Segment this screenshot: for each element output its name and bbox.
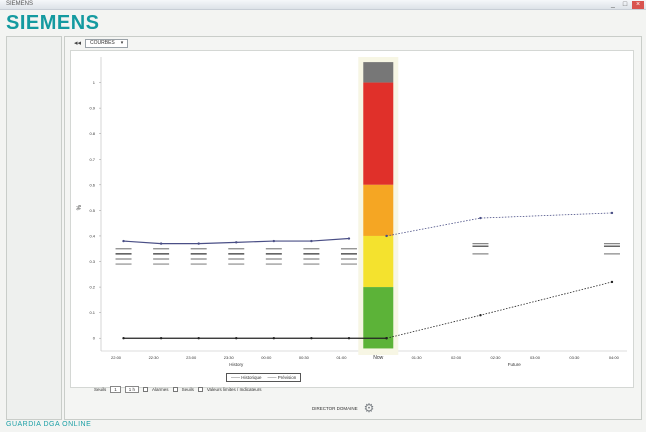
y-tick-label: 0.7 [89, 157, 95, 162]
x-tick-label: 22:00 [111, 355, 122, 360]
y-axis-label: % [77, 204, 83, 210]
x-tick-label: 01:30 [412, 355, 423, 360]
chevron-down-icon: ▾ [120, 40, 124, 46]
series-point [159, 337, 163, 340]
chart-area: 0 0.1 0.2 0.3 0.4 0.5 0.6 0.7 0.8 0.9 1% Now 22:00 22… [70, 50, 634, 388]
now-label: Now [373, 355, 383, 361]
series-point [385, 337, 388, 340]
gauge-chart: 0 0.1 0.2 0.3 0.4 0.5 0.6 0.7 0.8 0.9 1% Now 22:00 22… [77, 57, 627, 367]
x-tick-label: 04:00 [609, 355, 620, 360]
chart-toolbar: ◂◂ COURBES ▾ [74, 38, 129, 48]
thresholds-checkbox[interactable] [172, 386, 178, 392]
view-dropdown[interactable]: COURBES ▾ [85, 38, 129, 48]
x-tick-label: 02:00 [451, 355, 462, 360]
legend-item-history: —— Historique [231, 375, 262, 380]
y-tick-label: 0.3 [89, 259, 95, 264]
gauge-orange-zone [363, 184, 394, 236]
x-axis-label-future: Future [508, 362, 522, 367]
series-point [235, 337, 238, 340]
gauge-red-zone [363, 82, 394, 185]
y-tick-label: 0.1 [89, 310, 95, 315]
x-tick-label: 22:30 [149, 355, 160, 360]
view-dropdown-value: COURBES [90, 40, 115, 46]
application-window: SIEMENS _ □ × SIEMENS ◂◂ COURBES ▾ 0 0.1 0… [0, 0, 646, 432]
title-bar: SIEMENS _ □ × [0, 0, 646, 10]
left-panel [6, 36, 62, 420]
series-point [159, 242, 163, 245]
series-point [235, 241, 238, 244]
select-b[interactable]: 1 h [124, 385, 140, 393]
series-line-1 [386, 212, 612, 237]
gauge-green-zone [363, 287, 394, 349]
x-tick-label: 03:30 [569, 355, 580, 360]
window-controls: _ □ × [608, 1, 644, 9]
series-point [347, 337, 351, 340]
series-point [197, 337, 200, 340]
limits-checkbox[interactable] [197, 386, 203, 392]
controls-label: Seuils [94, 386, 107, 392]
series-point [197, 242, 200, 245]
y-tick-label: 0.8 [89, 131, 95, 136]
window-title: SIEMENS [6, 1, 34, 7]
limits-label: Valeurs limites / Indicateurs [206, 386, 262, 392]
series-point [272, 337, 276, 340]
x-tick-label: 23:30 [224, 355, 235, 360]
minimize-button[interactable]: _ [608, 1, 618, 9]
y-tick-label: 0.9 [89, 106, 95, 111]
chart-controls: Seuils 1 1 h Alarmes Seuils Valeurs limi… [94, 384, 262, 394]
y-tick-label: 0 [93, 336, 96, 341]
back-nav-icon[interactable]: ◂◂ [74, 39, 81, 47]
series-point [347, 237, 351, 240]
y-tick-label: 0.2 [89, 285, 95, 290]
gauge-yellow-zone [363, 235, 394, 288]
gears-icon[interactable]: ⚙ [364, 402, 375, 414]
chart-legend: —— Historique —— Prévision [226, 373, 302, 382]
y-tick-label: 0.6 [89, 182, 95, 187]
series-point [479, 314, 482, 317]
gauge-cap [363, 62, 394, 83]
series-point [310, 239, 313, 243]
director-action[interactable]: DIRECTOR DOMAINE ⚙ [312, 402, 374, 414]
close-button[interactable]: × [632, 1, 644, 9]
series-point [272, 239, 276, 243]
x-tick-label: 02:30 [490, 355, 501, 360]
y-tick-label: 1 [93, 80, 96, 85]
alarms-checkbox[interactable] [143, 386, 149, 392]
series-point [479, 216, 482, 220]
series-point [385, 234, 388, 238]
x-tick-label: 00:00 [261, 355, 272, 360]
x-axis-label-history: History [229, 362, 244, 367]
maximize-button[interactable]: □ [620, 1, 630, 9]
y-tick-label: 0.5 [89, 208, 95, 213]
director-label: DIRECTOR DOMAINE [312, 405, 358, 411]
series-point [610, 211, 614, 215]
x-tick-label: 03:00 [530, 355, 541, 360]
y-tick-label: 0.4 [89, 233, 95, 238]
series-point [122, 239, 125, 243]
brand-logo: SIEMENS [6, 12, 100, 34]
series-point [610, 280, 614, 284]
select-a[interactable]: 1 [110, 385, 121, 393]
thresholds-label: Seuils [181, 386, 194, 392]
series-point [310, 337, 313, 340]
alarms-label: Alarmes [152, 386, 169, 392]
footer-brand: GUARDIA DGA ONLINE [6, 421, 92, 428]
series-line-3 [386, 281, 613, 339]
legend-item-forecast: —— Prévision [267, 375, 297, 380]
series-point [122, 337, 125, 340]
x-tick-label: 01:00 [336, 355, 347, 360]
x-tick-label: 00:30 [299, 355, 310, 360]
x-tick-label: 23:00 [186, 355, 197, 360]
